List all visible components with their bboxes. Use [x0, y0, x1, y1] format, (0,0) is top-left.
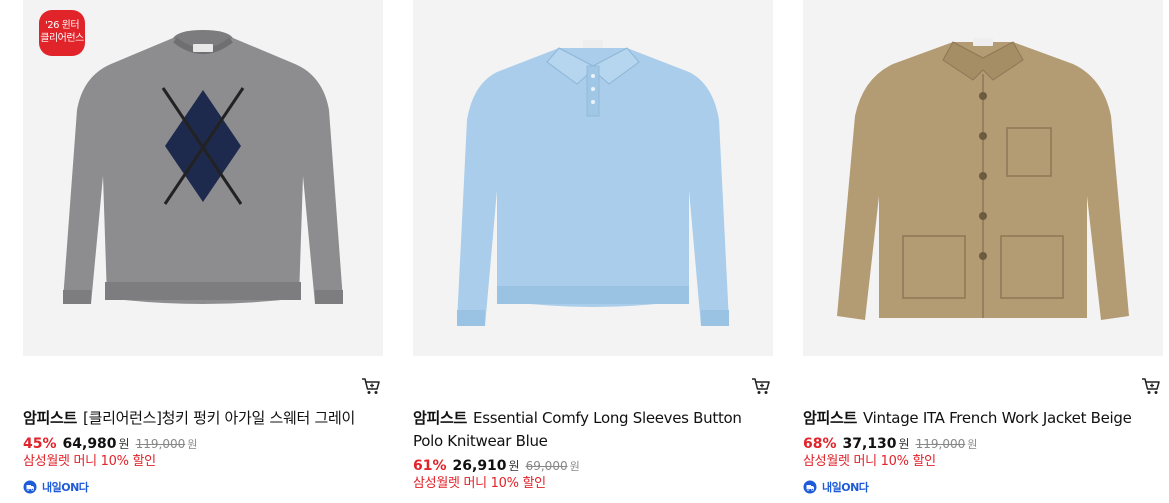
scrollbar[interactable] — [1161, 0, 1169, 503]
original-price: 119,000 — [915, 437, 966, 451]
original-currency-unit: 원 — [569, 460, 580, 473]
badge-line-1: '26 윈터 — [44, 20, 80, 31]
discount-rate: 68% — [803, 436, 837, 452]
product-title[interactable]: 암피스트 [클리어런스]청키 펑키 아가일 스웨터 그레이 — [23, 407, 385, 430]
product-name: [클리어런스]청키 펑키 아가일 스웨터 그레이 — [83, 409, 355, 427]
delivery-badge: 내일ON다 — [803, 479, 869, 495]
sale-price: 37,130 — [842, 436, 897, 452]
product-image[interactable] — [803, 0, 1163, 356]
original-price: 119,000 — [135, 437, 186, 451]
original-currency-unit: 원 — [187, 438, 198, 451]
delivery-truck-icon — [23, 480, 37, 494]
brand-name: 암피스트 — [23, 409, 78, 427]
product-image[interactable]: '26 윈터 클리어런스 — [23, 0, 383, 356]
product-image[interactable] — [413, 0, 773, 356]
brand-name: 암피스트 — [803, 409, 858, 427]
discount-rate: 45% — [23, 436, 57, 452]
product-grid: '26 윈터 클리어런스 암피스트 [클리어런스]청키 펑키 아가일 스웨터 그레… — [0, 0, 1169, 503]
currency-unit: 원 — [118, 437, 130, 451]
price-row: 61% 26,910 원 69,000 원 — [413, 457, 580, 476]
original-price: 69,000 — [525, 459, 568, 473]
product-card[interactable]: '26 윈터 클리어런스 암피스트 [클리어런스]청키 펑키 아가일 스웨터 그레… — [23, 0, 383, 503]
polo-knitwear-image — [413, 0, 773, 356]
sale-price: 64,980 — [62, 436, 117, 452]
work-jacket-image — [803, 0, 1163, 356]
product-title[interactable]: 암피스트 Vintage ITA French Work Jacket Beige — [803, 407, 1165, 430]
discount-rate: 61% — [413, 458, 447, 474]
cart-icon[interactable] — [1141, 377, 1161, 395]
product-name: Vintage ITA French Work Jacket Beige — [863, 409, 1132, 427]
sale-price: 26,910 — [452, 458, 507, 474]
clearance-badge: '26 윈터 클리어런스 — [39, 10, 85, 56]
delivery-truck-icon — [803, 480, 817, 494]
delivery-badge: 내일ON다 — [23, 479, 89, 495]
cart-icon[interactable] — [751, 377, 771, 395]
brand-name: 암피스트 — [413, 409, 468, 427]
price-row: 68% 37,130 원 119,000 원 — [803, 435, 977, 454]
currency-unit: 원 — [898, 437, 910, 451]
product-card[interactable]: 암피스트 Essential Comfy Long Sleeves Button … — [413, 0, 773, 503]
wallet-promo-text: 삼성월렛 머니 10% 할인 — [803, 454, 936, 469]
product-title[interactable]: 암피스트 Essential Comfy Long Sleeves Button … — [413, 407, 775, 453]
wallet-promo-text: 삼성월렛 머니 10% 할인 — [23, 454, 156, 469]
currency-unit: 원 — [508, 459, 520, 473]
delivery-label: 내일ON다 — [822, 481, 869, 494]
delivery-label: 내일ON다 — [42, 481, 89, 494]
cart-icon[interactable] — [361, 377, 381, 395]
price-row: 45% 64,980 원 119,000 원 — [23, 435, 197, 454]
wallet-promo-text: 삼성월렛 머니 10% 할인 — [413, 476, 546, 491]
original-currency-unit: 원 — [967, 438, 978, 451]
badge-line-2: 클리어런스 — [40, 33, 84, 44]
product-card[interactable]: 암피스트 Vintage ITA French Work Jacket Beige… — [803, 0, 1163, 503]
